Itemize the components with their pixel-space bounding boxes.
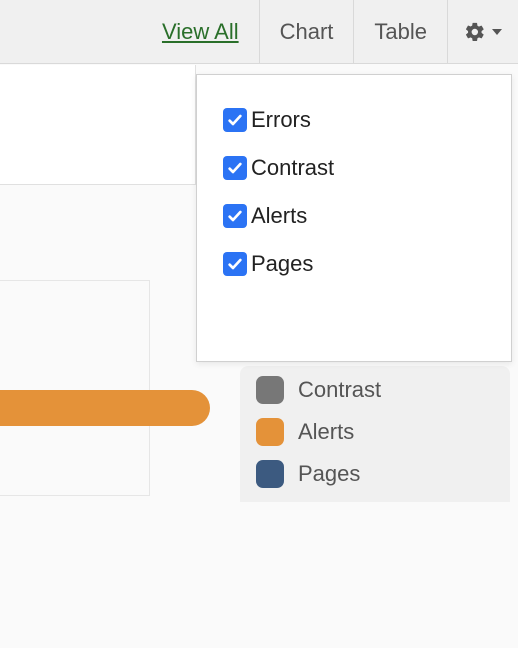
- legend-label: Alerts: [298, 419, 354, 445]
- dropdown-label: Errors: [251, 107, 311, 133]
- view-all-label: View All: [162, 19, 239, 45]
- dropdown-label: Pages: [251, 251, 313, 277]
- gear-icon: [464, 21, 486, 43]
- checkbox-checked-icon[interactable]: [223, 252, 247, 276]
- legend-item-contrast[interactable]: Contrast: [256, 376, 494, 404]
- dropdown-item-alerts[interactable]: Alerts: [223, 203, 485, 229]
- dropdown-label: Contrast: [251, 155, 334, 181]
- legend-label: Pages: [298, 461, 360, 487]
- tab-table-label: Table: [374, 19, 427, 45]
- checkbox-checked-icon[interactable]: [223, 204, 247, 228]
- toolbar: View All Chart Table: [0, 0, 518, 64]
- dropdown-item-errors[interactable]: Errors: [223, 107, 485, 133]
- view-all-link[interactable]: View All: [0, 0, 259, 63]
- chart-area: [0, 280, 150, 496]
- caret-down-icon: [492, 29, 502, 35]
- checkbox-checked-icon[interactable]: [223, 108, 247, 132]
- settings-dropdown-menu: Errors Contrast Alerts Pages: [196, 74, 512, 362]
- settings-dropdown-button[interactable]: [447, 0, 518, 63]
- legend-swatch: [256, 418, 284, 446]
- legend-swatch: [256, 460, 284, 488]
- tab-table[interactable]: Table: [353, 0, 447, 63]
- tab-chart[interactable]: Chart: [259, 0, 354, 63]
- legend-swatch: [256, 376, 284, 404]
- chart-bar-alerts: [0, 390, 210, 426]
- checkbox-checked-icon[interactable]: [223, 156, 247, 180]
- chart-legend: Contrast Alerts Pages: [240, 366, 510, 502]
- dropdown-item-pages[interactable]: Pages: [223, 251, 485, 277]
- legend-label: Contrast: [298, 377, 381, 403]
- dropdown-item-contrast[interactable]: Contrast: [223, 155, 485, 181]
- side-panel: [0, 65, 196, 185]
- dropdown-label: Alerts: [251, 203, 307, 229]
- legend-item-alerts[interactable]: Alerts: [256, 418, 494, 446]
- legend-item-pages[interactable]: Pages: [256, 460, 494, 488]
- tab-chart-label: Chart: [280, 19, 334, 45]
